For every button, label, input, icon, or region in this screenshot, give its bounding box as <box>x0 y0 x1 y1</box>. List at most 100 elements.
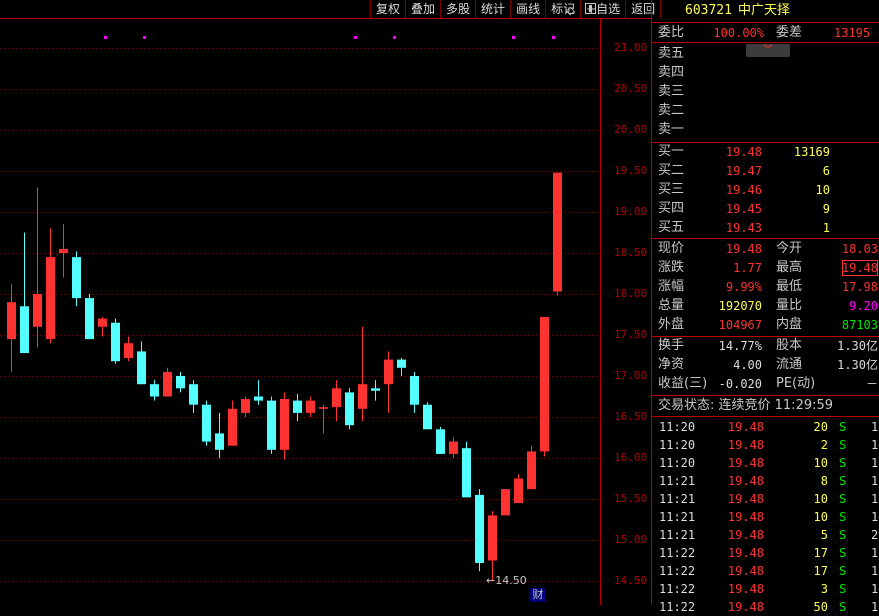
candle[interactable] <box>59 224 68 278</box>
fund-value: 1.30亿 <box>837 339 878 353</box>
diamond-icon[interactable]: ◇ <box>566 4 574 17</box>
buy-label: 买五 <box>658 220 685 235</box>
buy-row[interactable]: 买二 19.47 6 <box>652 162 879 180</box>
candle[interactable] <box>33 187 42 348</box>
candle[interactable] <box>189 380 198 413</box>
candle[interactable] <box>397 357 406 376</box>
sell-row[interactable]: 卖一 <box>652 121 879 139</box>
candle[interactable] <box>176 371 185 393</box>
tick-time: 11:21 <box>659 510 696 524</box>
tick-time: 11:20 <box>659 456 696 470</box>
fund-value: 4.00 <box>733 358 762 372</box>
buy-volume: 9 <box>822 202 830 216</box>
panel-toggle-icon[interactable] <box>585 3 596 14</box>
candle[interactable] <box>20 232 29 354</box>
candle[interactable] <box>150 380 159 401</box>
candle[interactable] <box>332 380 341 422</box>
tick-row: 11:21 19.48 10 S 1 <box>652 490 879 508</box>
tick-time: 11:20 <box>659 420 696 434</box>
candle[interactable] <box>254 380 263 405</box>
sell-row[interactable]: 卖三 <box>652 83 879 101</box>
candle-body <box>371 388 380 391</box>
candle[interactable] <box>137 341 146 385</box>
candle-body <box>150 384 159 397</box>
candle[interactable] <box>488 511 497 581</box>
candle[interactable] <box>436 426 445 454</box>
sell-row[interactable]: 卖四 <box>652 64 879 82</box>
sell-row[interactable]: 卖二 <box>652 102 879 120</box>
candle[interactable] <box>410 371 419 413</box>
stat-value: 19.48 <box>841 261 878 275</box>
buy-row[interactable]: 买三 19.46 10 <box>652 181 879 199</box>
candle-body <box>163 371 172 397</box>
candle[interactable] <box>540 316 549 457</box>
candle-body <box>488 515 497 561</box>
quote-stat-row: 涨幅 9.99% 最低 17.98 <box>652 278 879 296</box>
stat-label: 今开 <box>776 241 803 256</box>
candle[interactable] <box>514 474 523 504</box>
candle[interactable] <box>371 380 380 401</box>
draw-line-button[interactable]: 画线 <box>510 0 545 18</box>
finance-badge[interactable]: 财 <box>530 588 546 602</box>
candle[interactable] <box>202 400 211 446</box>
kline-chart[interactable]: 21.00 20.50 20.00 19.50 19.00 18.50 18.00 17.50… <box>0 18 651 605</box>
candle[interactable] <box>46 228 55 344</box>
price-axis-label: 20.50 <box>614 82 648 95</box>
candle[interactable] <box>280 392 289 460</box>
candle[interactable] <box>462 441 471 498</box>
tick-row: 11:20 19.48 20 S 1 <box>652 418 879 436</box>
statistics-button[interactable]: 统计 <box>475 0 510 18</box>
candle[interactable] <box>423 402 432 430</box>
candle[interactable] <box>319 404 328 434</box>
weibi-row: 委比 100.00% 委差 13195 <box>652 24 879 42</box>
candle[interactable] <box>241 396 250 418</box>
candle[interactable] <box>384 351 393 413</box>
fund-value: － <box>865 377 878 391</box>
fund-value: -0.020 <box>718 377 762 391</box>
buy-row[interactable]: 买四 19.45 9 <box>652 200 879 218</box>
candle[interactable] <box>7 284 16 372</box>
candle-body <box>241 398 250 413</box>
candle[interactable] <box>553 172 562 296</box>
candle[interactable] <box>215 412 224 458</box>
candle[interactable] <box>358 326 367 422</box>
candle[interactable] <box>306 396 315 418</box>
candle[interactable] <box>98 316 107 337</box>
stat-value: 19.48 <box>725 242 762 256</box>
mark-button[interactable]: 标记 <box>545 0 580 18</box>
candle[interactable] <box>124 336 133 362</box>
tick-volume: 8 <box>820 474 828 488</box>
fund-label: 股本 <box>776 338 803 353</box>
multi-stock-button[interactable]: 多股 <box>440 0 475 18</box>
tick-row: 11:22 19.48 50 S 1 <box>652 598 879 616</box>
tick-row: 11:22 19.48 17 S 1 <box>652 562 879 580</box>
candle[interactable] <box>85 294 94 340</box>
candle[interactable] <box>267 396 276 454</box>
candle-body <box>215 433 224 450</box>
candle-body <box>345 392 354 426</box>
candle-body <box>527 451 536 490</box>
candle[interactable] <box>449 437 458 459</box>
candle[interactable] <box>345 388 354 430</box>
candle[interactable] <box>72 251 81 307</box>
tick-time: 11:22 <box>659 600 696 614</box>
candle[interactable] <box>501 489 510 516</box>
tick-volume: 20 <box>813 420 828 434</box>
overlay-button[interactable]: 叠加 <box>405 0 440 18</box>
buy-label: 买四 <box>658 201 685 216</box>
tick-volume: 3 <box>820 582 828 596</box>
candle[interactable] <box>163 367 172 397</box>
tick-price: 19.48 <box>727 420 764 434</box>
sell-row[interactable]: 卖五 <box>652 45 879 63</box>
sell-label: 卖三 <box>658 84 685 99</box>
tick-count: 1 <box>871 510 879 524</box>
kline-svg[interactable] <box>0 18 651 605</box>
candle[interactable] <box>228 400 237 446</box>
quote-stat-row: 涨跌 1.77 最高 19.48 <box>652 259 879 277</box>
candle[interactable] <box>475 489 484 572</box>
buy-row[interactable]: 买一 19.48 13169 <box>652 143 879 161</box>
fuquan-button[interactable]: 复权 <box>370 0 405 18</box>
buy-row[interactable]: 买五 19.43 1 <box>652 219 879 237</box>
candle[interactable] <box>527 445 536 490</box>
candle[interactable] <box>111 318 120 364</box>
